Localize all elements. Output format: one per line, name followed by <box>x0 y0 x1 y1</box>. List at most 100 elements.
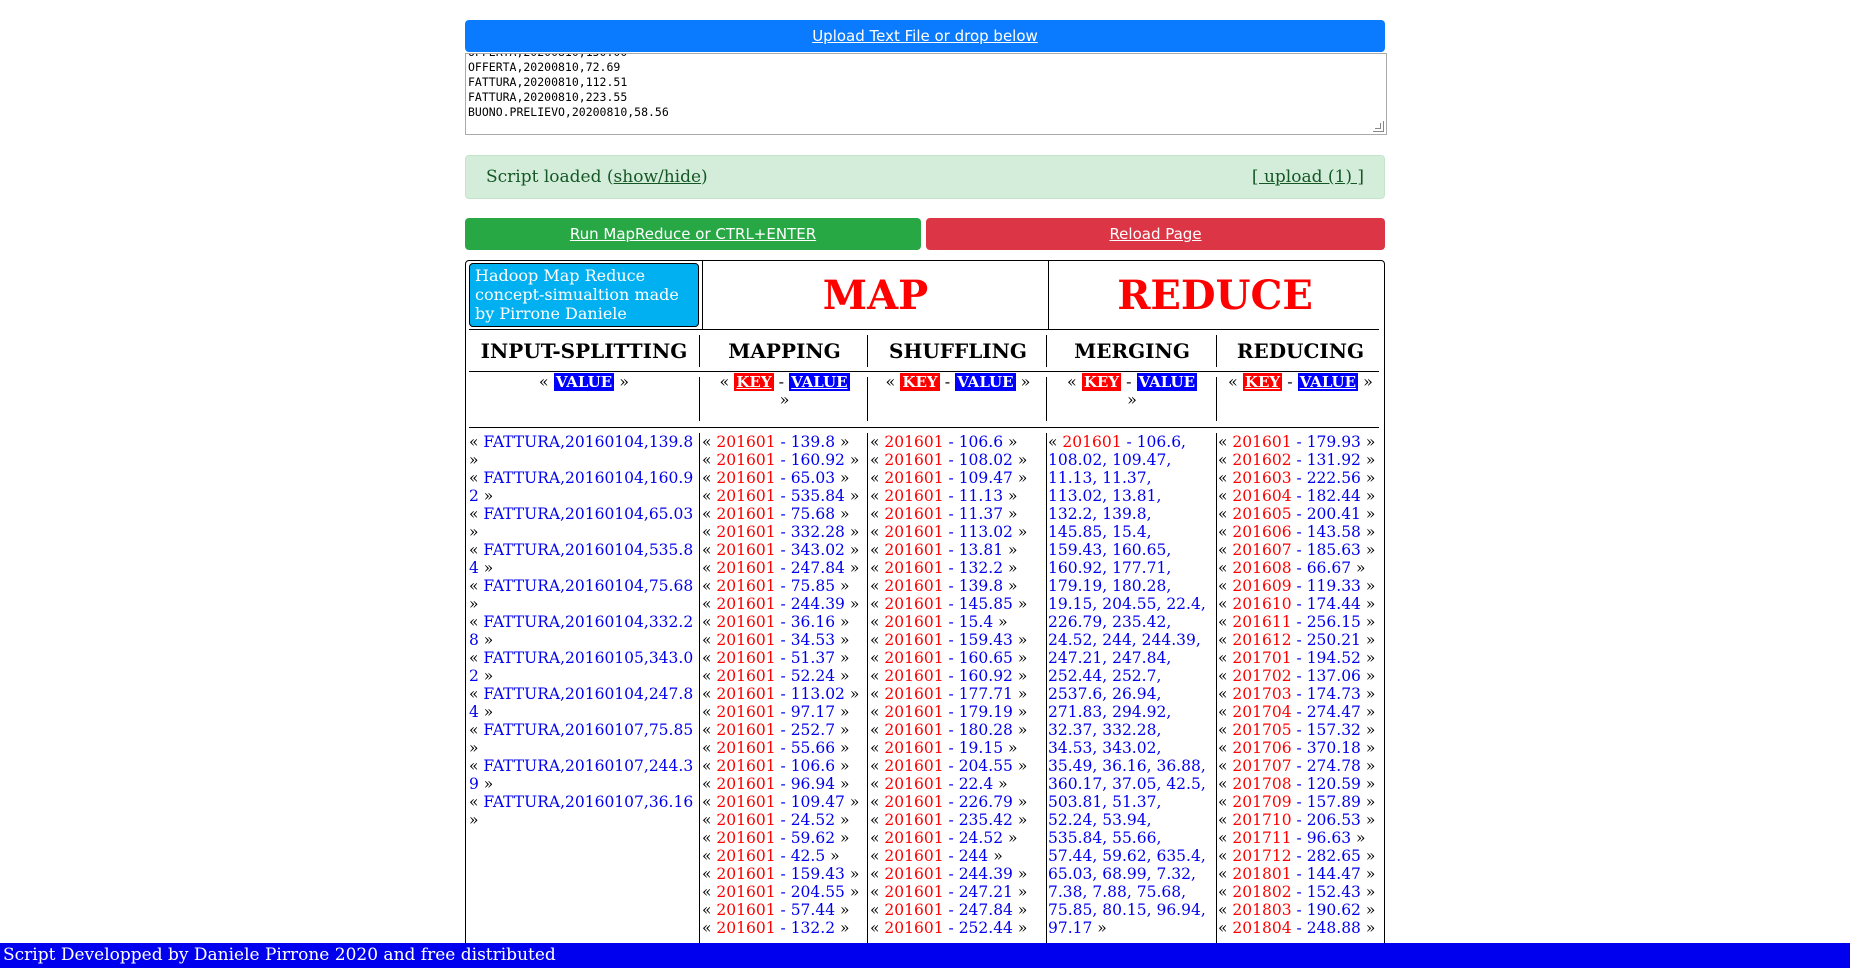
quote-close: » <box>1360 793 1376 811</box>
item-key: 201601 <box>716 757 776 775</box>
quote-close: » <box>1012 757 1028 775</box>
reload-page-button[interactable]: Reload Page <box>926 218 1385 250</box>
key-tag: KEY <box>1242 373 1283 391</box>
reducing-item: « 201702 - 137.06 » <box>1218 667 1381 685</box>
item-value: 200.41 <box>1306 505 1361 523</box>
item-value: 132.2 <box>958 559 1004 577</box>
run-mapreduce-button[interactable]: Run MapReduce or CTRL+ENTER <box>465 218 921 250</box>
quote-open: « <box>702 775 717 793</box>
quote-close: » <box>478 667 494 685</box>
quote-close: » <box>835 433 850 451</box>
quote-close: » <box>1360 901 1376 919</box>
quote-open: « <box>1218 595 1233 613</box>
quote-open: « <box>1228 372 1238 391</box>
item-dash: - <box>1291 847 1307 865</box>
divider <box>1046 433 1047 961</box>
quote-close: » <box>1012 721 1028 739</box>
shuffling-list: « 201601 - 106.6 » « 201601 - 108.02 » « 2… <box>870 433 1044 937</box>
quote-close: » <box>619 372 630 391</box>
item-dash: - <box>1291 667 1307 685</box>
item-value: 535.84 <box>790 487 845 505</box>
quote-open: « <box>1048 433 1063 451</box>
quote-close: » <box>835 919 850 937</box>
item-key: 201601 <box>716 505 776 523</box>
textarea-line: OFFERTA,20200810,72.69 <box>468 60 621 74</box>
quote-open: « <box>702 865 717 883</box>
divider <box>867 433 868 961</box>
item-key: 201601 <box>884 523 944 541</box>
script-textarea[interactable]: OFFERTA,20200810,150.00OFFERTA,20200810,… <box>465 53 1387 135</box>
quote-open: « <box>870 685 885 703</box>
quote-close: » <box>1003 541 1018 559</box>
quote-open: « <box>469 469 484 487</box>
alert-suffix: ) <box>701 167 708 187</box>
quote-open: « <box>702 559 717 577</box>
quote-open: « <box>719 372 730 391</box>
item-key: 201601 <box>716 469 776 487</box>
shuffling-item: « 201601 - 180.28 » <box>870 721 1044 739</box>
upload-count-link[interactable]: [ upload (1) ] <box>1252 167 1364 187</box>
col-merging: MERGING <box>1074 339 1190 363</box>
mapping-item: « 201601 - 96.94 » <box>702 775 865 793</box>
quote-close: » <box>469 595 479 613</box>
item-key: 201601 <box>884 901 944 919</box>
item-value: 34.53 <box>790 631 836 649</box>
shuffling-item: « 201601 - 177.71 » <box>870 685 1044 703</box>
upload-file-button[interactable]: Upload Text File or drop below <box>465 20 1385 52</box>
quote-close: » <box>1360 505 1376 523</box>
item-dash: - <box>1291 541 1307 559</box>
input-value: FATTURA,20160107,244.39 <box>469 757 694 793</box>
dash: - <box>1287 372 1293 391</box>
quote-close: » <box>835 649 850 667</box>
item-dash: - <box>943 541 959 559</box>
item-dash: - <box>775 505 791 523</box>
quote-open: « <box>1218 865 1233 883</box>
quote-close: » <box>1012 667 1028 685</box>
item-key: 201601 <box>716 595 776 613</box>
shuffling-item: « 201601 - 160.92 » <box>870 667 1044 685</box>
input-value: FATTURA,20160104,139.8 <box>483 433 694 451</box>
item-dash: - <box>1291 433 1307 451</box>
item-key: 201601 <box>884 577 944 595</box>
item-dash: - <box>943 523 959 541</box>
quote-open: « <box>469 505 484 523</box>
col-mapping: MAPPING <box>728 339 841 363</box>
item-dash: - <box>1291 919 1307 937</box>
divider <box>867 335 868 367</box>
item-dash: - <box>1291 523 1307 541</box>
item-key: 201610 <box>1232 595 1292 613</box>
quote-open: « <box>1218 793 1233 811</box>
quote-close: » <box>1012 703 1028 721</box>
item-key: 201710 <box>1232 811 1292 829</box>
item-value: 132.2 <box>790 919 836 937</box>
reducing-item: « 201603 - 222.56 » <box>1218 469 1381 487</box>
quote-open: « <box>702 577 717 595</box>
mapping-item: « 201601 - 55.66 » <box>702 739 865 757</box>
item-dash: - <box>1291 613 1307 631</box>
quote-open: « <box>1218 451 1233 469</box>
item-value: 66.67 <box>1306 559 1352 577</box>
reducing-item: « 201606 - 143.58 » <box>1218 523 1381 541</box>
item-value: 57.44 <box>790 901 836 919</box>
quote-close: » <box>844 451 860 469</box>
shuffling-item: « 201601 - 24.52 » <box>870 829 1044 847</box>
item-value: 120.59 <box>1306 775 1361 793</box>
input-value: FATTURA,20160104,65.03 <box>483 505 694 523</box>
item-dash: - <box>943 793 959 811</box>
resize-handle-icon[interactable] <box>1373 121 1384 132</box>
item-key: 201601 <box>716 487 776 505</box>
quote-open: « <box>702 757 717 775</box>
item-dash: - <box>775 433 791 451</box>
quote-open: « <box>538 372 549 391</box>
reducing-item: « 201610 - 174.44 » <box>1218 595 1381 613</box>
show-hide-link[interactable]: show/hide <box>614 167 702 187</box>
input-value: FATTURA,20160104,75.68 <box>483 577 694 595</box>
item-key: 201706 <box>1232 739 1292 757</box>
textarea-line: FATTURA,20200810,223.55 <box>468 90 628 104</box>
quote-close: » <box>835 613 850 631</box>
item-dash: - <box>775 775 791 793</box>
item-dash: - <box>943 469 959 487</box>
item-dash: - <box>943 775 959 793</box>
item-key: 201804 <box>1232 919 1292 937</box>
item-value: 182.44 <box>1306 487 1361 505</box>
